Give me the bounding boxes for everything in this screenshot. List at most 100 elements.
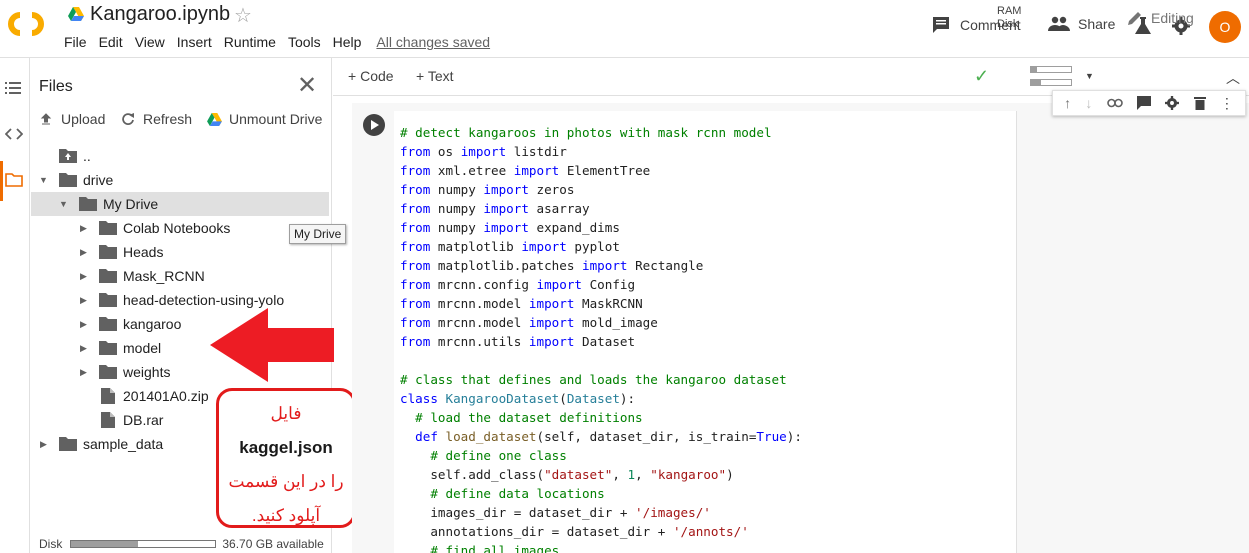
share-label: Share	[1078, 16, 1116, 32]
star-icon[interactable]: ☆	[234, 3, 252, 28]
code-token: from	[400, 201, 431, 216]
resource-dropdown-icon[interactable]: ▼	[1085, 71, 1094, 81]
trash-icon[interactable]	[1193, 96, 1206, 110]
app-header: Kangaroo.ipynb ☆ File Edit View Insert R…	[0, 0, 1249, 58]
code-token: import	[521, 239, 567, 254]
share-button[interactable]: Share	[1048, 16, 1115, 32]
file-icon	[101, 412, 115, 428]
code-token: '/annots/'	[672, 524, 749, 539]
folder-icon[interactable]	[5, 173, 23, 187]
caret-right-icon[interactable]: ▶	[80, 343, 87, 354]
menu-runtime[interactable]: Runtime	[224, 34, 276, 50]
code-line: self.add_class("dataset", 1, "kangaroo")	[400, 465, 802, 484]
tree-item-colab-notebooks[interactable]: ▶ Colab Notebooks	[31, 216, 329, 240]
folder-icon	[99, 341, 117, 355]
caret-right-icon[interactable]: ▶	[40, 439, 47, 450]
folder-icon	[99, 293, 117, 307]
tree-item-label: Heads	[123, 244, 164, 260]
notebook-title[interactable]: Kangaroo.ipynb	[90, 3, 230, 26]
save-status[interactable]: All changes saved	[376, 34, 490, 50]
gear-icon[interactable]	[1165, 96, 1180, 110]
code-editor-text[interactable]: # detect kangaroos in photos with mask r…	[400, 123, 802, 553]
unmount-label: Unmount Drive	[229, 111, 323, 127]
code-line: class KangarooDataset(Dataset):	[400, 389, 802, 408]
run-cell-button[interactable]	[363, 114, 385, 136]
caret-down-icon[interactable]: ▼	[39, 175, 48, 185]
code-token: ,	[635, 467, 651, 482]
folder-icon	[59, 437, 77, 451]
tree-item-my-drive[interactable]: ▼ My Drive	[31, 192, 329, 216]
code-token: # class that defines and loads the kanga…	[400, 372, 787, 387]
comment-icon[interactable]	[1136, 96, 1151, 110]
tree-item-label: Colab Notebooks	[123, 220, 231, 236]
code-line: from matplotlib import pyplot	[400, 237, 802, 256]
code-token: pyplot	[566, 239, 620, 254]
google-drive-icon	[68, 7, 84, 21]
caret-right-icon[interactable]: ▶	[80, 319, 87, 330]
tree-item-heads[interactable]: ▶ Heads	[31, 240, 329, 264]
menu-help[interactable]: Help	[333, 34, 362, 50]
menu-insert[interactable]: Insert	[177, 34, 212, 50]
code-token: numpy	[430, 201, 484, 216]
upload-icon	[40, 113, 52, 125]
menu-file[interactable]: File	[64, 34, 87, 50]
colab-logo[interactable]	[8, 11, 50, 37]
code-token: annotations_dir = dataset_dir +	[400, 524, 673, 539]
upload-instruction-note: فایل kaggel.json را در این قسمت آپلود کن…	[216, 388, 356, 528]
red-arrow-annotation	[210, 308, 334, 382]
caret-down-icon[interactable]: ▼	[59, 199, 68, 209]
caret-right-icon[interactable]: ▶	[80, 247, 87, 258]
code-token: from	[400, 163, 431, 178]
menu-tools[interactable]: Tools	[288, 34, 321, 50]
caret-right-icon[interactable]: ▶	[80, 295, 87, 306]
ram-label: RAM	[997, 5, 1022, 17]
tree-item-mask-rcnn[interactable]: ▶ Mask_RCNN	[31, 264, 329, 288]
code-line: from numpy import asarray	[400, 199, 802, 218]
add-text-button[interactable]: + Text	[416, 68, 454, 84]
code-token: class	[400, 391, 438, 406]
caret-right-icon[interactable]: ▶	[80, 223, 87, 234]
code-token: xml.etree	[430, 163, 514, 178]
upload-button[interactable]: Upload	[39, 111, 105, 127]
refresh-label: Refresh	[143, 111, 193, 127]
resource-monitor[interactable]: RAM Disk	[997, 5, 1021, 31]
link-icon[interactable]	[1106, 98, 1123, 108]
code-snippets-icon[interactable]	[5, 127, 23, 141]
add-code-button[interactable]: + Code	[348, 68, 394, 84]
note-line-1: فایل kaggel.json	[239, 404, 333, 457]
plus-icon: +	[416, 68, 425, 84]
tree-item-up[interactable]: ..	[31, 144, 329, 168]
table-of-contents-icon[interactable]	[5, 81, 21, 95]
code-token: from	[400, 182, 431, 197]
collapse-header-icon[interactable]: ︿	[1226, 68, 1240, 88]
ram-bar	[1030, 66, 1072, 73]
disk-usage: Disk 36.70 GB available	[39, 537, 324, 551]
caret-right-icon[interactable]: ▶	[80, 367, 87, 378]
folder-icon	[99, 221, 117, 235]
tree-item-drive[interactable]: ▼ drive	[31, 168, 329, 192]
menu-view[interactable]: View	[135, 34, 165, 50]
cell-editor[interactable]: # detect kangaroos in photos with mask r…	[394, 111, 1016, 553]
code-cell[interactable]: # detect kangaroos in photos with mask r…	[352, 90, 1249, 553]
avatar[interactable]: O	[1209, 11, 1241, 43]
close-icon[interactable]: ✕	[297, 71, 317, 100]
code-line: from matplotlib.patches import Rectangle	[400, 256, 802, 275]
refresh-button[interactable]: Refresh	[121, 111, 192, 127]
code-token: from	[400, 315, 431, 330]
menu-edit[interactable]: Edit	[99, 34, 123, 50]
add-code-label: Code	[360, 68, 394, 84]
move-up-icon[interactable]: ↑	[1064, 95, 1071, 111]
unmount-drive-button[interactable]: Unmount Drive	[207, 111, 322, 127]
tree-item-label: DB.rar	[123, 412, 164, 428]
caret-right-icon[interactable]: ▶	[80, 271, 87, 282]
move-down-icon[interactable]: ↓	[1085, 95, 1092, 111]
pencil-icon	[1128, 12, 1141, 25]
editing-mode-button[interactable]: Editing	[1127, 10, 1194, 26]
folder-icon	[99, 245, 117, 259]
more-vert-icon[interactable]: ⋮	[1220, 95, 1234, 112]
tree-item-label: head-detection-using-yolo	[123, 292, 285, 308]
code-line: from mrcnn.model import MaskRCNN	[400, 294, 802, 313]
